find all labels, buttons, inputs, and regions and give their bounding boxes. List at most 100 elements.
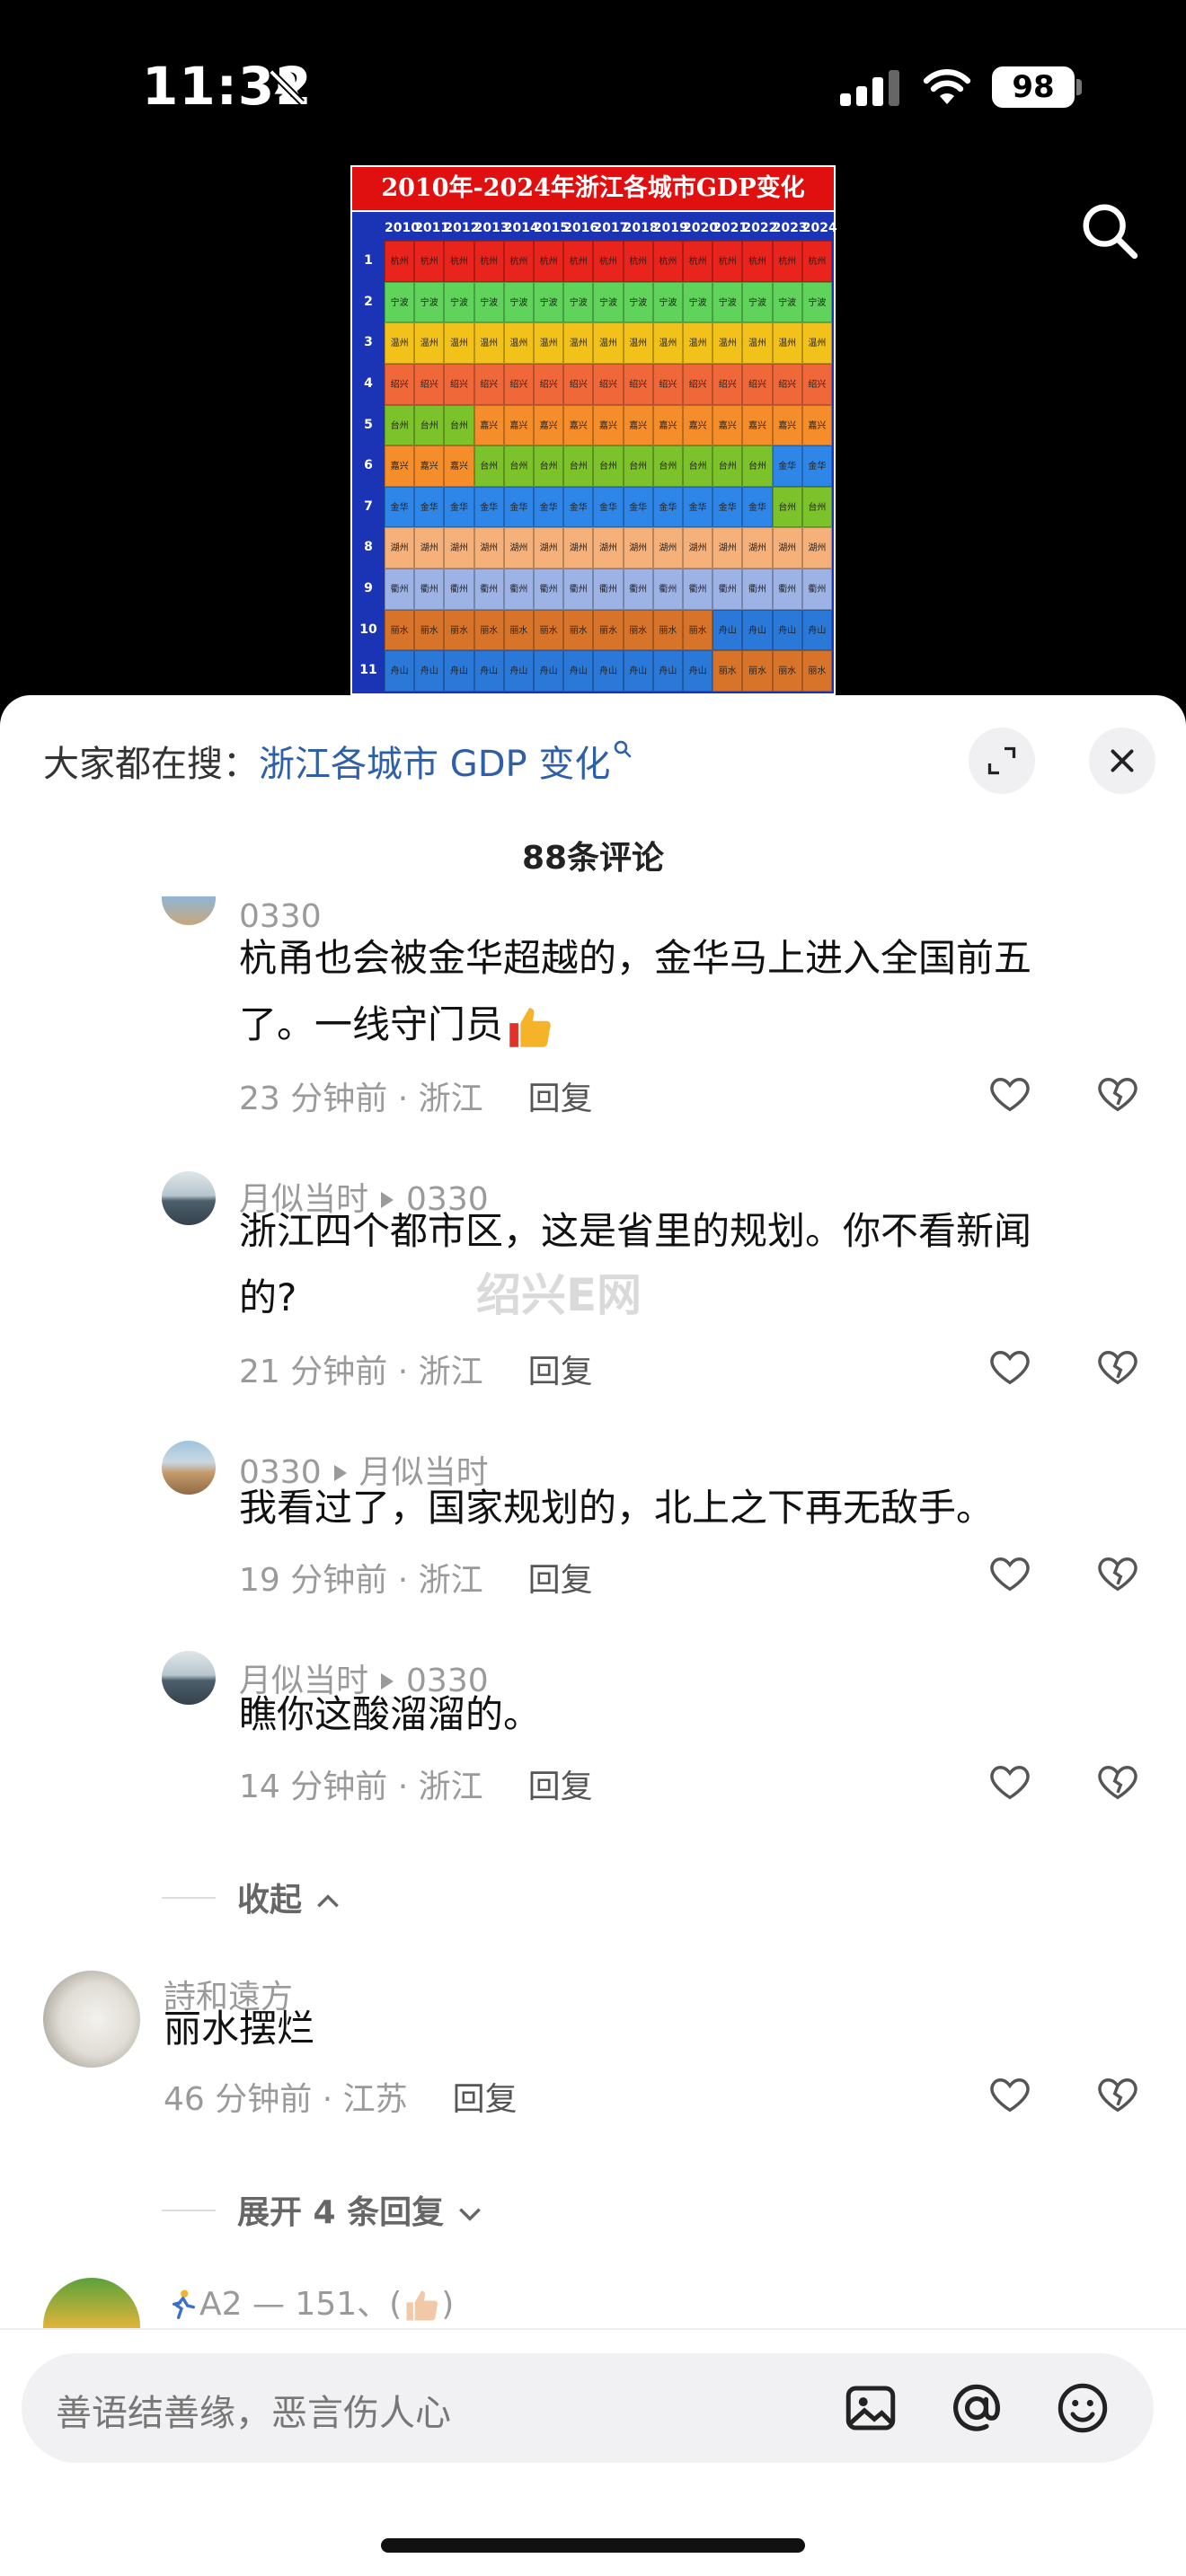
gdp-city-cell: 温州 [742,322,773,364]
broken-heart-icon[interactable] [1094,1071,1141,1117]
comment-input-placeholder: 善语结善缘，恶言伤人心 [56,2393,451,2434]
gdp-city-cell: 温州 [385,322,415,364]
avatar[interactable] [162,896,216,925]
heart-icon[interactable] [987,1344,1033,1390]
heart-icon[interactable] [987,1550,1033,1597]
broken-heart-icon[interactable] [1094,1759,1141,1805]
gdp-city-cell: 杭州 [683,241,713,282]
collapse-replies-button[interactable]: 收起 [237,1874,342,1920]
gdp-city-cell: 湖州 [712,527,743,569]
close-button[interactable] [1089,728,1155,794]
gdp-city-cell: 湖州 [593,527,624,569]
gdp-city-cell: 杭州 [593,241,624,282]
gdp-city-cell: 衢州 [385,569,415,610]
hot-search-bar[interactable]: 大家都在搜：浙江各城市 GDP 变化 [43,735,633,787]
gdp-city-cell: 湖州 [444,527,474,569]
gdp-city-cell: 舟山 [385,650,415,692]
avatar[interactable] [162,1651,216,1705]
comment-text: 杭甬也会被金华超越的，金华马上进入全国前五 了。一线守门员 [239,925,1102,1058]
battery-indicator: 98 [992,66,1075,108]
gdp-city-cell: 衢州 [623,569,653,610]
close-icon [1111,749,1134,772]
comment-meta: 46 分钟前 · 江苏 回复 [164,2081,518,2118]
heart-icon[interactable] [987,2071,1033,2118]
gdp-rank-label: 7 [364,498,373,514]
heart-icon[interactable] [987,1071,1033,1117]
gdp-city-cell: 绍兴 [385,363,415,405]
gdp-city-cell: 杭州 [474,241,504,282]
gdp-city-cell: 舟山 [801,609,832,651]
gdp-city-cell: 嘉兴 [683,404,713,446]
gdp-city-cell: 宁波 [474,281,504,323]
gdp-city-cell: 丽水 [563,609,594,651]
gdp-city-cell: 台州 [772,486,802,528]
reply-button[interactable]: 回复 [528,1769,593,1805]
comment-text: 浙江四个都市区，这是省里的规划。你不看新闻 的? [239,1209,1032,1319]
at-mention-icon[interactable] [947,2378,1006,2438]
gdp-year-label: 2020 [683,221,718,235]
gdp-city-cell: 台州 [623,446,653,487]
avatar[interactable] [162,1171,216,1225]
gdp-city-cell: 台州 [414,404,445,446]
hot-search-term[interactable]: 浙江各城市 GDP 变化 [259,744,610,785]
broken-heart-icon[interactable] [1094,1344,1141,1390]
reply-button[interactable]: 回复 [528,1081,593,1117]
reply-button[interactable]: 回复 [528,1354,593,1390]
gdp-city-cell: 台州 [712,446,743,487]
search-icon [615,740,632,758]
gdp-city-cell: 湖州 [742,527,773,569]
image-icon[interactable] [841,2378,900,2438]
gdp-rank-label: 11 [359,663,377,678]
gdp-city-cell: 嘉兴 [593,404,624,446]
gdp-city-cell: 丽水 [772,650,802,692]
gdp-ranking-image[interactable]: 2010年-2024年浙江各城市GDP变化 2010 2011 2012 2013 20… [350,165,837,695]
gdp-city-cell: 湖州 [474,527,504,569]
gdp-year-label: 2015 [534,221,569,235]
gdp-city-cell: 金华 [563,486,594,528]
broken-heart-icon[interactable] [1094,2071,1141,2118]
gdp-city-cell: 湖州 [772,527,802,569]
gdp-city-cell: 湖州 [652,527,683,569]
gdp-city-cell: 舟山 [474,650,504,692]
avatar[interactable] [43,1971,140,2068]
gdp-year-label: 2018 [623,221,659,235]
gdp-city-cell: 绍兴 [414,363,445,405]
gdp-city-cell: 台州 [444,404,474,446]
comment-input[interactable]: 善语结善缘，恶言伤人心 [22,2353,1154,2463]
gdp-year-label: 2010 [385,221,420,235]
gdp-city-cell: 嘉兴 [623,404,653,446]
gdp-city-cell: 金华 [503,486,534,528]
avatar[interactable] [162,1441,216,1495]
gdp-city-cell: 绍兴 [503,363,534,405]
gdp-city-cell: 舟山 [534,650,564,692]
gdp-city-cell: 宁波 [593,281,624,323]
gdp-ranking-grid: 2010 2011 2012 2013 2014 2015 2016 2017 2018 2019… [352,212,837,693]
gdp-city-cell: 金华 [534,486,564,528]
reply-button[interactable]: 回复 [453,2081,518,2118]
gdp-city-cell: 舟山 [444,650,474,692]
expand-replies-button[interactable]: 展开 4 条回复 [237,2186,484,2233]
comment-meta: 19 分钟前 · 浙江 回复 [239,1562,593,1599]
heart-icon[interactable] [987,1759,1033,1805]
search-icon[interactable] [1078,199,1141,262]
gdp-city-cell: 衢州 [563,569,594,610]
gdp-city-cell: 宁波 [712,281,743,323]
home-indicator[interactable] [381,2538,805,2553]
gdp-city-cell: 金华 [385,486,415,528]
gdp-city-cell: 衢州 [683,569,713,610]
gdp-city-cell: 湖州 [801,527,832,569]
gdp-city-cell: 湖州 [683,527,713,569]
gdp-city-cell: 绍兴 [563,363,594,405]
expand-button[interactable] [969,728,1035,794]
emoji-icon[interactable] [1053,2378,1112,2438]
broken-heart-icon[interactable] [1094,1550,1141,1597]
gdp-city-cell: 台州 [742,446,773,487]
gdp-year-label: 2014 [503,221,539,235]
avatar[interactable] [43,2278,140,2328]
comment-author[interactable]: A2 — 151、() [164,2278,454,2325]
gdp-city-cell: 台州 [563,446,594,487]
gdp-city-cell: 丽水 [712,650,743,692]
reply-button[interactable]: 回复 [528,1562,593,1599]
gdp-city-cell: 金华 [474,486,504,528]
gdp-city-cell: 绍兴 [593,363,624,405]
